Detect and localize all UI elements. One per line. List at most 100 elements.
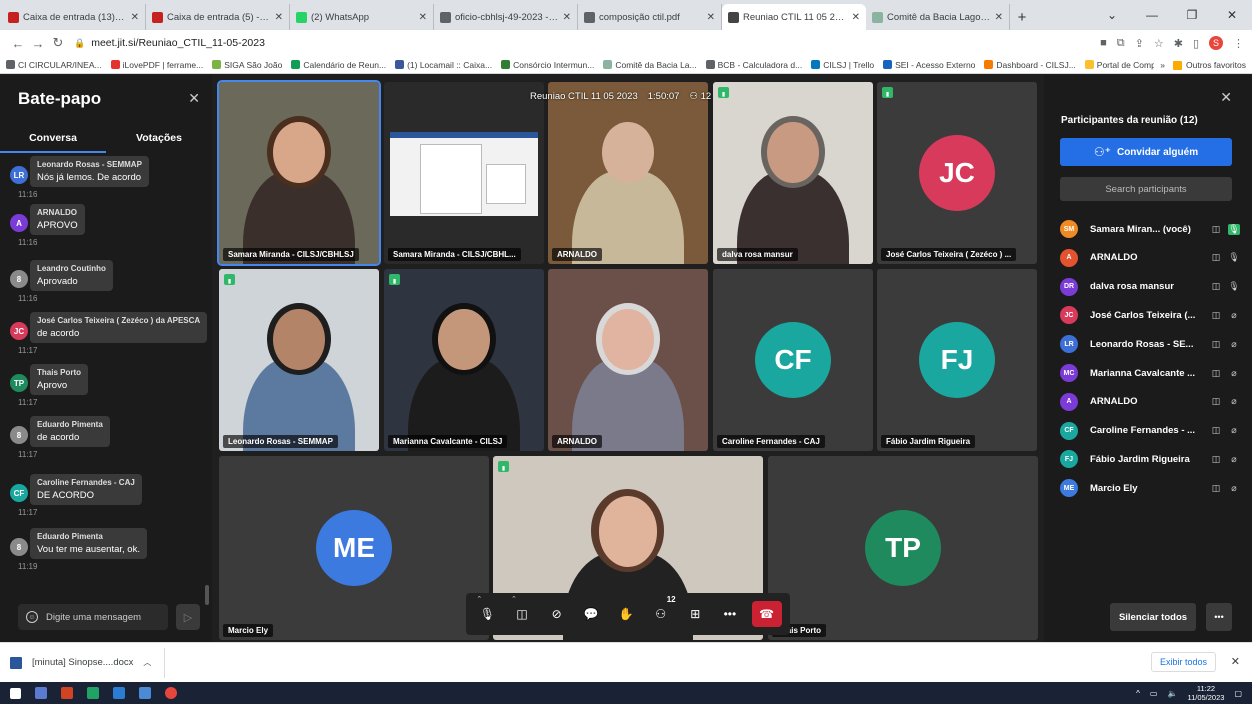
- side-panel-icon[interactable]: ▯: [1193, 37, 1199, 50]
- new-tab-button[interactable]: +: [1010, 4, 1034, 30]
- chrome-icon[interactable]: [160, 682, 182, 704]
- participants-search-input[interactable]: Search participants: [1060, 177, 1232, 201]
- video-tile[interactable]: ARNALDO: [548, 82, 708, 264]
- bookmark-item[interactable]: Dashboard - CILSJ...: [984, 60, 1076, 70]
- video-tile[interactable]: FJ Fábio Jardim Rigueira: [877, 269, 1037, 451]
- hang-up-button[interactable]: ☎: [751, 601, 782, 627]
- invite-button[interactable]: ⚇⁺ Convidar alguém: [1060, 138, 1232, 166]
- bookmark-item[interactable]: (1) Locamail :: Caixa...: [395, 60, 492, 70]
- video-tile[interactable]: ▮ Marianna Cavalcante - CILSJ: [384, 269, 544, 451]
- participant-row[interactable]: A ARNALDO ◫ ⌀: [1060, 392, 1240, 412]
- video-tile[interactable]: ARNALDO: [548, 269, 708, 451]
- chat-toggle-icon[interactable]: 💬: [578, 601, 604, 627]
- raise-hand-icon[interactable]: ✋: [613, 601, 639, 627]
- reload-icon[interactable]: ↻: [48, 35, 68, 51]
- browser-tab[interactable]: composição ctil.pdf ✕: [578, 4, 722, 30]
- browser-menu-icon[interactable]: ⋮: [1233, 37, 1244, 50]
- participant-row[interactable]: MC Marianna Cavalcante ... ◫ ⌀: [1060, 363, 1240, 383]
- chat-scrollbar[interactable]: [205, 585, 209, 605]
- start-icon[interactable]: [4, 682, 26, 704]
- send-button[interactable]: ▷: [176, 604, 200, 630]
- more-options-icon[interactable]: •••: [717, 601, 743, 627]
- tab-close-icon[interactable]: ✕: [707, 12, 715, 23]
- volume-icon[interactable]: 🔈: [1167, 689, 1177, 698]
- participant-row[interactable]: ME Marcio Ely ◫ ⌀: [1060, 478, 1240, 498]
- bookmark-item[interactable]: iLovePDF | ferrame...: [110, 60, 203, 70]
- participant-row[interactable]: SM Samara Miran... (você) ◫ 🎙: [1060, 219, 1240, 239]
- tab-votacoes[interactable]: Votações: [106, 127, 212, 153]
- video-tile[interactable]: JC ▮ José Carlos Teixeira ( Zezéco ) ...: [877, 82, 1037, 264]
- tab-conversa[interactable]: Conversa: [0, 127, 106, 153]
- chat-message-list[interactable]: LR Leonardo Rosas - SEMMAP Nós já lemos. D…: [0, 154, 212, 594]
- back-icon[interactable]: ←: [8, 36, 28, 51]
- install-app-icon[interactable]: ⧉: [1117, 37, 1125, 50]
- connection-quality-icon[interactable]: ▮: [389, 274, 400, 285]
- bookmark-item[interactable]: Comitê da Bacia La...: [603, 60, 697, 70]
- bookmark-item[interactable]: BCB - Calculadora d...: [705, 60, 802, 70]
- excel-icon[interactable]: [82, 682, 104, 704]
- bookmark-star-icon[interactable]: ☆: [1154, 37, 1164, 50]
- participants-toggle-icon[interactable]: ⚇ 12: [648, 595, 675, 627]
- calculator-icon[interactable]: [30, 682, 52, 704]
- clock[interactable]: 11:22 11/05/2023: [1187, 684, 1224, 702]
- participant-row[interactable]: CF Caroline Fernandes - ... ◫ ⌀: [1060, 421, 1240, 441]
- camera-permission-icon[interactable]: ■: [1100, 37, 1107, 49]
- browser-tab[interactable]: Reuniao CTIL 11 05 2023 | ✕: [722, 4, 866, 30]
- download-item[interactable]: [minuta] Sinopse....docx ︿: [0, 647, 165, 678]
- connection-quality-icon[interactable]: ▮: [882, 87, 893, 98]
- bookmark-item[interactable]: SEI - Acesso Externo: [883, 60, 975, 70]
- connection-quality-icon[interactable]: ▮: [718, 87, 729, 98]
- file-explorer-icon[interactable]: [134, 682, 156, 704]
- forward-icon[interactable]: →: [28, 36, 48, 51]
- window-close-button[interactable]: ✕: [1212, 0, 1252, 30]
- tab-close-icon[interactable]: ✕: [563, 12, 571, 23]
- share-icon[interactable]: ⇪: [1135, 37, 1144, 50]
- connection-quality-icon[interactable]: ▮: [224, 274, 235, 285]
- video-tile[interactable]: ▮ dalva rosa mansur: [713, 82, 873, 264]
- download-bar-close-icon[interactable]: ✕: [1231, 655, 1240, 668]
- browser-tab[interactable]: Caixa de entrada (5) - cbhlagos ✕: [146, 4, 290, 30]
- video-tile[interactable]: ME Marcio Ely: [219, 456, 489, 640]
- minimize-button[interactable]: —: [1132, 0, 1172, 30]
- bookmark-item[interactable]: CILSJ | Trello: [811, 60, 874, 70]
- lock-icon[interactable]: 🔒: [74, 38, 85, 49]
- tab-search-icon[interactable]: ⌄: [1092, 0, 1132, 30]
- bookmark-item[interactable]: Consórcio Intermun...: [501, 60, 594, 70]
- network-icon[interactable]: ▭: [1150, 689, 1158, 698]
- video-tile[interactable]: ▮ Leonardo Rosas - SEMMAP: [219, 269, 379, 451]
- tab-close-icon[interactable]: ✕: [419, 12, 427, 23]
- video-tile[interactable]: CF Caroline Fernandes - CAJ: [713, 269, 873, 451]
- connection-quality-icon[interactable]: ▮: [498, 461, 509, 472]
- browser-tab[interactable]: Caixa de entrada (13) - samaran ✕: [2, 4, 146, 30]
- video-tile[interactable]: TP Thais Porto: [768, 456, 1038, 640]
- word-icon[interactable]: [108, 682, 130, 704]
- bookmark-item[interactable]: CI CIRCULAR/INEA...: [6, 60, 102, 70]
- participant-row[interactable]: DR dalva rosa mansur ◫ 🎙: [1060, 277, 1240, 297]
- profile-avatar[interactable]: S: [1209, 36, 1223, 50]
- tab-close-icon[interactable]: ✕: [275, 12, 283, 23]
- chevron-up-icon[interactable]: ︿: [143, 657, 151, 668]
- show-all-downloads-button[interactable]: Exibir todos: [1150, 652, 1216, 672]
- participant-row[interactable]: JC José Carlos Teixeira (... ◫ ⌀: [1060, 305, 1240, 325]
- tab-close-icon[interactable]: ✕: [852, 12, 860, 23]
- camera-button[interactable]: ⌃ ◫: [509, 596, 535, 627]
- browser-tab[interactable]: (2) WhatsApp ✕: [290, 4, 434, 30]
- chat-close-icon[interactable]: ✕: [188, 90, 200, 107]
- chat-input[interactable]: ☺ Digite uma mensagem: [18, 604, 168, 630]
- extensions-icon[interactable]: ✱: [1174, 37, 1183, 50]
- tile-view-icon[interactable]: ⊞: [682, 601, 708, 627]
- mute-all-button[interactable]: Silenciar todos: [1110, 603, 1196, 631]
- notifications-icon[interactable]: ▢: [1234, 689, 1242, 698]
- participant-row[interactable]: A ARNALDO ◫ 🎙: [1060, 248, 1240, 268]
- other-bookmarks[interactable]: Outros favoritos: [1186, 60, 1246, 70]
- bookmarks-chevron-icon[interactable]: »: [1160, 60, 1165, 70]
- participants-close-icon[interactable]: ✕: [1220, 89, 1232, 106]
- restore-button[interactable]: ❐: [1172, 0, 1212, 30]
- tab-close-icon[interactable]: ✕: [995, 12, 1003, 23]
- powerpoint-icon[interactable]: [56, 682, 78, 704]
- address-bar[interactable]: 🔒 meet.jit.si/Reuniao_CTIL_11-05-2023: [74, 33, 1054, 53]
- microphone-button[interactable]: ⌃ 🎙: [474, 596, 500, 627]
- tray-chevron-icon[interactable]: ^: [1136, 689, 1140, 698]
- participants-more-icon[interactable]: •••: [1206, 603, 1232, 631]
- participant-row[interactable]: LR Leonardo Rosas - SE... ◫ ⌀: [1060, 334, 1240, 354]
